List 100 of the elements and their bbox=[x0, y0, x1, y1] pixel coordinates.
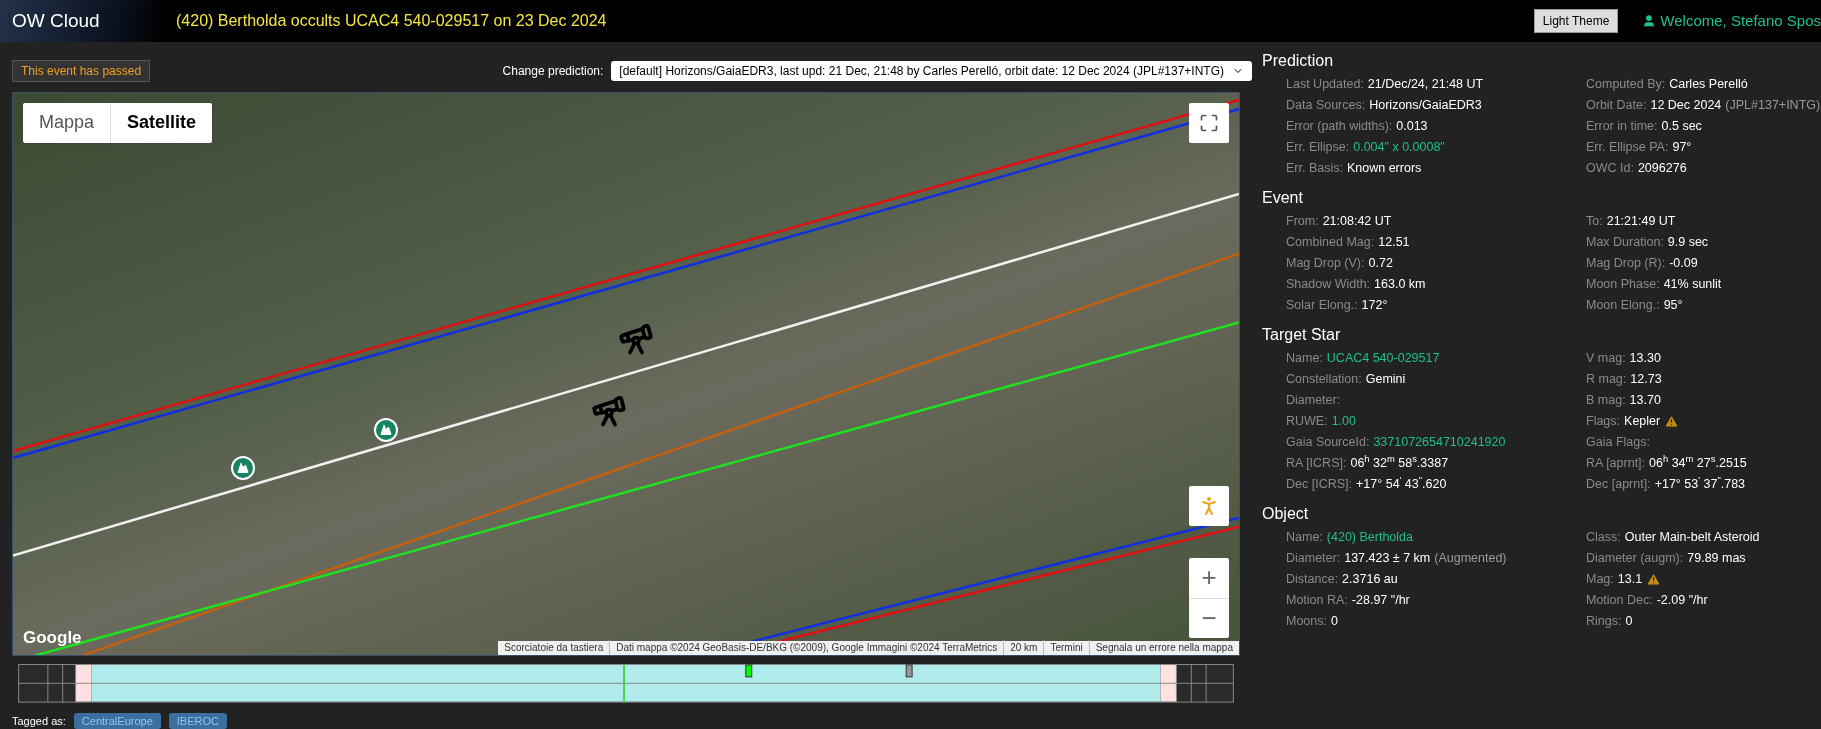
field-value: 79.89 mas bbox=[1687, 550, 1746, 568]
field-label: B mag: bbox=[1586, 392, 1626, 410]
mountain-marker-icon bbox=[231, 455, 255, 480]
field-label: Moons: bbox=[1286, 613, 1327, 631]
field-label: Moon Phase: bbox=[1586, 276, 1660, 294]
map-type-tab[interactable]: Satellite bbox=[110, 102, 213, 143]
field-label: Class: bbox=[1586, 529, 1621, 547]
fullscreen-icon bbox=[1199, 112, 1219, 133]
field-value: 97° bbox=[1672, 139, 1692, 157]
field-label: Mag Drop (R): bbox=[1586, 255, 1666, 273]
field-value: 0.5 sec bbox=[1661, 118, 1702, 136]
fullscreen-button[interactable] bbox=[1189, 102, 1229, 143]
field-label: Last Updated: bbox=[1286, 76, 1364, 94]
map-logo: Google bbox=[23, 627, 82, 650]
field-value: Known errors bbox=[1346, 160, 1422, 178]
field-value: 06$^{h}$ 34$^{m}$ 27$^{s}$.2515 bbox=[1649, 454, 1747, 473]
value-link[interactable]: 3371072654710241920 bbox=[1373, 433, 1506, 452]
field-value: 21/Dec/24, 21:48 UT bbox=[1367, 76, 1484, 94]
field-label: Mag: bbox=[1586, 571, 1614, 589]
field-label: From: bbox=[1286, 213, 1319, 231]
field-value: Kepler bbox=[1624, 413, 1661, 431]
field-value: 9.9 sec bbox=[1667, 234, 1709, 252]
field-label: Motion Dec: bbox=[1586, 592, 1653, 610]
field-label: Gaia Flags: bbox=[1586, 434, 1650, 452]
field-label: Computed By: bbox=[1586, 76, 1666, 94]
field-label: Flags: bbox=[1586, 413, 1621, 431]
user-icon bbox=[1642, 14, 1657, 28]
theme-button[interactable]: Light Theme bbox=[1533, 9, 1619, 33]
field-value: +17° 53$^{'}$ 37$^{"}$.783 bbox=[1654, 475, 1746, 494]
map-attribution[interactable]: Termini bbox=[1043, 640, 1089, 655]
street-view-button[interactable] bbox=[1189, 485, 1229, 526]
value-link[interactable]: 0.004" x 0.0008" bbox=[1353, 138, 1445, 157]
map-attribution[interactable]: Segnala un errore nella mappa bbox=[1088, 640, 1239, 655]
field-value: Gemini bbox=[1365, 371, 1406, 389]
field-label: Diameter (augm): bbox=[1586, 550, 1684, 568]
map-attribution[interactable]: 20 km bbox=[1003, 640, 1044, 655]
field-label: Err. Ellipse: bbox=[1286, 139, 1350, 157]
field-label: Mag Drop (V): bbox=[1286, 255, 1365, 273]
value-link[interactable]: 1.00 bbox=[1331, 412, 1356, 431]
field-value: 13.30 bbox=[1629, 350, 1661, 368]
field-value: 2.3716 au bbox=[1342, 571, 1398, 589]
field-label: Gaia SourceId: bbox=[1286, 434, 1370, 452]
field-label: Err. Ellipse PA: bbox=[1586, 139, 1669, 157]
field-value: -0.09 bbox=[1669, 255, 1698, 273]
field-value: 06$^{h}$ 32$^{m}$ 58$^{s}$.3387 bbox=[1350, 454, 1449, 473]
zoom-in-button[interactable]: + bbox=[1189, 557, 1229, 598]
zoom-out-button[interactable]: − bbox=[1189, 597, 1229, 638]
field-value: 0 bbox=[1625, 613, 1633, 631]
map-attribution[interactable]: Scorciatoie da tastiera bbox=[498, 640, 610, 655]
prediction-label: Change prediction: bbox=[502, 62, 604, 80]
field-value: Carles Perelló bbox=[1669, 76, 1748, 94]
field-label: Moon Elong.: bbox=[1586, 297, 1660, 315]
field-note: (JPL#137+INTG) bbox=[1725, 97, 1821, 115]
field-value: -2.09 "/hr bbox=[1656, 592, 1708, 610]
field-value: Outer Main-belt Asteroid bbox=[1624, 529, 1760, 547]
field-value: 41% sunlit bbox=[1663, 276, 1722, 294]
field-label: To: bbox=[1586, 213, 1603, 231]
field-value: 0.013 bbox=[1396, 118, 1428, 136]
field-label: Orbit Date: bbox=[1586, 97, 1647, 115]
field-label: Dec [aprnt]: bbox=[1586, 476, 1651, 494]
field-note: (Augmented) bbox=[1434, 550, 1507, 568]
section-heading: Object bbox=[1262, 504, 1310, 524]
field-value: 172° bbox=[1361, 297, 1388, 315]
map-type-tab[interactable]: Mappa bbox=[23, 102, 111, 143]
field-value: +17° 54$^{'}$ 43$^{"}$.620 bbox=[1356, 475, 1447, 494]
field-label: Error in time: bbox=[1586, 118, 1658, 136]
value-link[interactable]: (420) Bertholda bbox=[1326, 528, 1413, 547]
field-label: Name: bbox=[1286, 529, 1323, 547]
field-value: 13.70 bbox=[1629, 392, 1661, 410]
field-value: -28.97 "/hr bbox=[1351, 592, 1410, 610]
satellite-map[interactable]: Mappa Satellite + − Google Scorciatoie da tastiera Dati mappa ©2024 GeoBasis-DE/BKG (©2009), Google Immagini ©2024 TerraMetrics 20 km Termini Segnala un errore nella mappa bbox=[12, 91, 1240, 656]
field-label: Shadow Width: bbox=[1286, 276, 1371, 294]
field-value: 95° bbox=[1663, 297, 1683, 315]
field-label: Diameter: bbox=[1286, 550, 1341, 568]
field-label: Distance: bbox=[1286, 571, 1339, 589]
prediction-select[interactable]: [default] Horizons/GaiaEDR3, last upd: 21 Dec, 21:48 by Carles Perelló, orbit date: 12 Dec 2024 (JPL#137+INTG) bbox=[611, 60, 1252, 81]
section-heading: Event bbox=[1262, 188, 1304, 208]
field-value: 21:08:42 UT bbox=[1322, 213, 1392, 231]
field-label: RA [aprnt]: bbox=[1586, 455, 1646, 473]
field-value: 137.423 ± 7 km bbox=[1344, 550, 1431, 568]
section-heading: Prediction bbox=[1262, 51, 1335, 71]
field-label: Constellation: bbox=[1286, 371, 1362, 389]
field-label: Dec [ICRS]: bbox=[1286, 476, 1352, 494]
field-label: RUWE: bbox=[1286, 413, 1328, 431]
section-heading: Target Star bbox=[1262, 325, 1342, 345]
field-value: 12.73 bbox=[1630, 371, 1662, 389]
map-attribution: Dati mappa ©2024 GeoBasis-DE/BKG (©2009), Google Immagini ©2024 TerraMetrics bbox=[609, 640, 1004, 655]
brand-logo[interactable]: OW Cloud bbox=[0, 0, 160, 42]
field-value: 0.72 bbox=[1368, 255, 1393, 273]
field-value: 163.0 km bbox=[1374, 276, 1426, 294]
value-link[interactable]: UCAC4 540-029517 bbox=[1326, 349, 1440, 368]
field-label: Rings: bbox=[1586, 613, 1622, 631]
field-label: RA [ICRS]: bbox=[1286, 455, 1347, 473]
field-label: Name: bbox=[1286, 350, 1323, 368]
welcome-text[interactable]: Welcome, Stefano Spos bbox=[1660, 9, 1821, 33]
field-label: Error (path widths): bbox=[1286, 118, 1393, 136]
field-label: OWC Id: bbox=[1586, 160, 1634, 178]
field-label: Err. Basis: bbox=[1286, 160, 1343, 178]
field-value: 21:21:49 UT bbox=[1606, 213, 1676, 231]
field-label: V mag: bbox=[1586, 350, 1626, 368]
